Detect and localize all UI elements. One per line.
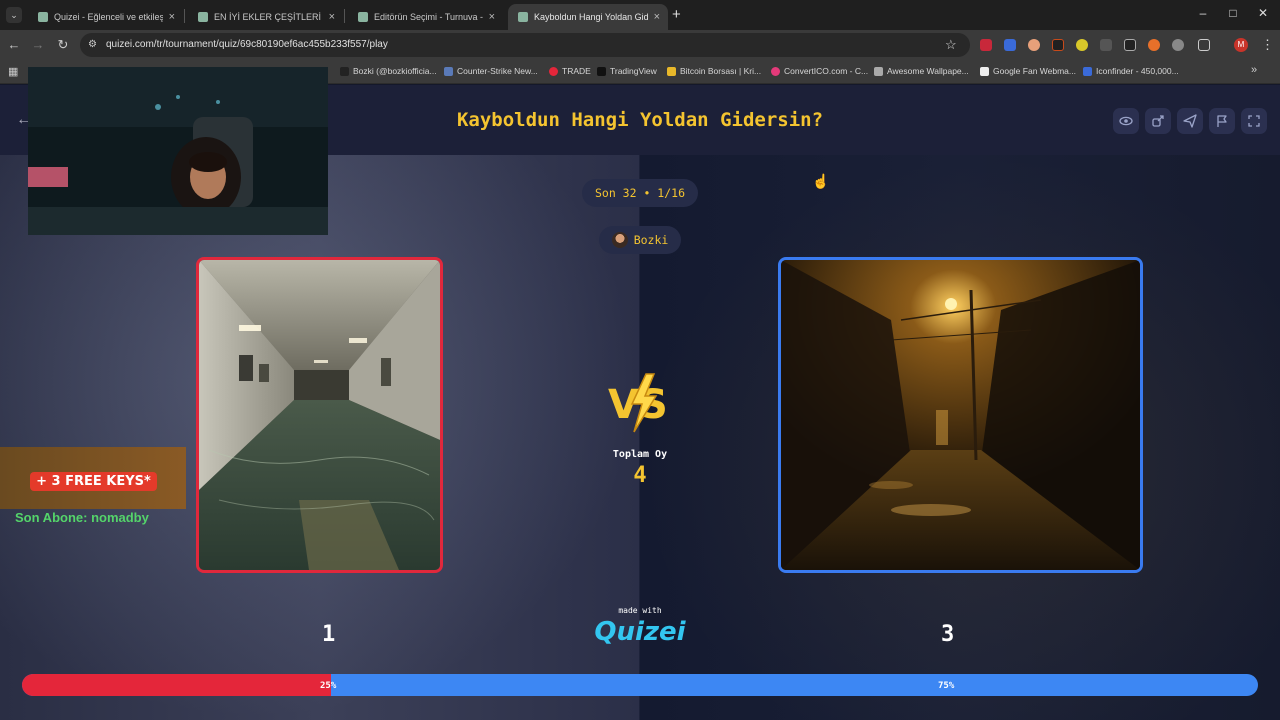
- total-votes-label: Toplam Oy: [612, 449, 668, 460]
- dark-alley-image: [781, 260, 1140, 570]
- maximize-icon[interactable]: □: [1223, 6, 1243, 20]
- extensions-puzzle-icon[interactable]: [1198, 39, 1210, 51]
- bookmark-label: TradingView: [610, 66, 657, 76]
- creator-avatar: [611, 232, 628, 248]
- view-button[interactable]: [1113, 108, 1139, 134]
- browser-menu-icon[interactable]: ⋮: [1261, 37, 1274, 53]
- eye-icon: [1119, 116, 1133, 126]
- tab-bar: ⌄ Quizei - Eğlenceli ve etkileşimli × EN…: [0, 0, 1280, 30]
- bookmark-label: Bitcoin Borsası | Kri...: [680, 66, 762, 76]
- tab-tier-list[interactable]: EN İYİ EKLER ÇEŞİTLERİ - Tier Li ×: [188, 4, 343, 30]
- share-button[interactable]: [1145, 108, 1171, 134]
- site-info-icon[interactable]: ⚙: [88, 39, 97, 50]
- extension-icon[interactable]: [1148, 39, 1160, 51]
- round-indicator: Son 32 • 1/16: [582, 179, 698, 207]
- tab-editors-choice[interactable]: Editörün Seçimi - Turnuva - Qui ×: [348, 4, 503, 30]
- tab-title: Kayboldun Hangi Yoldan Giders: [534, 12, 648, 22]
- close-icon[interactable]: ×: [654, 11, 660, 23]
- quizei-favicon-icon: [518, 12, 528, 22]
- bookmark-item[interactable]: TRADE: [549, 66, 591, 76]
- close-icon[interactable]: ×: [489, 11, 495, 23]
- more-bookmarks-button[interactable]: »: [1251, 64, 1257, 76]
- close-icon[interactable]: ×: [329, 11, 335, 23]
- forward-icon[interactable]: →: [30, 37, 46, 53]
- quizei-favicon-icon: [38, 12, 48, 22]
- close-icon[interactable]: ×: [169, 11, 175, 23]
- minimize-icon[interactable]: –: [1193, 6, 1213, 20]
- extension-icon[interactable]: [1076, 39, 1088, 51]
- vote-progress-bar: [22, 674, 1258, 696]
- tab-title: Quizei - Eğlenceli ve etkileşimli: [54, 12, 163, 22]
- bookmark-item[interactable]: Bitcoin Borsası | Kri...: [667, 66, 761, 76]
- tab-divider: [184, 9, 185, 23]
- creator-name: Bozki: [633, 233, 669, 247]
- right-percent-label: 75%: [938, 681, 955, 691]
- quizei-favicon-icon: [358, 12, 368, 22]
- quizei-logo[interactable]: Quizei: [0, 617, 1280, 647]
- apps-grid-icon[interactable]: ▦: [8, 65, 18, 78]
- quizei-favicon-icon: [198, 12, 208, 22]
- tab-quizei-home[interactable]: Quizei - Eğlenceli ve etkileşimli ×: [28, 4, 183, 30]
- bookmark-label: Google Fan Webma...: [993, 66, 1076, 76]
- bookmark-label: ConvertICO.com - C...: [784, 66, 869, 76]
- window-close-icon[interactable]: ✕: [1253, 6, 1273, 20]
- tab-search-button[interactable]: ⌄: [6, 7, 22, 23]
- extension-icon[interactable]: [1052, 39, 1064, 51]
- round-text: Son 32 • 1/16: [594, 186, 685, 200]
- mouse-cursor-icon: ☝: [812, 173, 830, 189]
- bookmark-item[interactable]: Counter-Strike New...: [444, 66, 538, 76]
- bookmark-star-icon[interactable]: ☆: [945, 37, 957, 53]
- extension-icon[interactable]: [1124, 39, 1136, 51]
- made-with-label: made with: [618, 606, 662, 615]
- tab-divider: [344, 9, 345, 23]
- tab-title: Editörün Seçimi - Turnuva - Qui: [374, 12, 483, 22]
- extension-icon[interactable]: [1028, 39, 1040, 51]
- bookmark-label: Bozki (@bozkiofficia...: [353, 66, 437, 76]
- flag-icon: [1217, 115, 1227, 127]
- tab-current-quiz[interactable]: Kayboldun Hangi Yoldan Giders ×: [508, 4, 668, 30]
- report-button[interactable]: [1209, 108, 1235, 134]
- fullscreen-button[interactable]: [1241, 108, 1267, 134]
- left-vote-fill: [22, 674, 331, 696]
- extension-icon[interactable]: [1100, 39, 1112, 51]
- extension-icon[interactable]: [980, 39, 992, 51]
- bookmark-item[interactable]: Google Fan Webma...: [980, 66, 1076, 76]
- share-icon: [1152, 115, 1164, 127]
- bookmark-item[interactable]: ConvertICO.com - C...: [771, 66, 868, 76]
- total-votes-value: 4: [633, 463, 647, 488]
- extension-icon[interactable]: [1004, 39, 1016, 51]
- bookmark-label: Iconfinder - 450,000...: [1096, 66, 1179, 76]
- bookmark-item[interactable]: Bozki (@bozkiofficia...: [340, 66, 437, 76]
- left-percent-label: 25%: [320, 681, 337, 691]
- option-right-card[interactable]: [778, 257, 1143, 573]
- flooded-tunnel-image: [199, 260, 440, 570]
- url-text[interactable]: quizei.com/tr/tournament/quiz/69c80190ef…: [106, 39, 388, 50]
- bookmark-label: Counter-Strike New...: [457, 66, 538, 76]
- reload-icon[interactable]: ↻: [55, 37, 71, 53]
- back-icon[interactable]: ←: [6, 37, 22, 53]
- latest-subscriber-text: Son Abone: nomadby: [15, 510, 149, 525]
- webcam-overlay: [28, 67, 328, 235]
- new-tab-button[interactable]: +: [672, 6, 681, 23]
- free-keys-badge: + 3 FREE KEYS*: [30, 472, 157, 491]
- extension-icon[interactable]: [1172, 39, 1184, 51]
- streamer-webcam-image: [28, 67, 328, 235]
- send-button[interactable]: [1177, 108, 1203, 134]
- vs-lightning-icon: VS: [608, 373, 668, 433]
- bookmark-label: TRADE: [562, 66, 591, 76]
- fullscreen-icon: [1248, 115, 1260, 127]
- bookmark-label: Awesome Wallpape...: [887, 66, 969, 76]
- bookmark-item[interactable]: Awesome Wallpape...: [874, 66, 969, 76]
- bookmark-item[interactable]: TradingView: [597, 66, 657, 76]
- option-left-card[interactable]: [196, 257, 443, 573]
- tab-title: EN İYİ EKLER ÇEŞİTLERİ - Tier Li: [214, 12, 323, 22]
- profile-avatar-icon[interactable]: M: [1234, 38, 1248, 52]
- send-icon: [1183, 114, 1197, 128]
- bookmark-item[interactable]: Iconfinder - 450,000...: [1083, 66, 1179, 76]
- creator-badge[interactable]: Bozki: [599, 226, 681, 254]
